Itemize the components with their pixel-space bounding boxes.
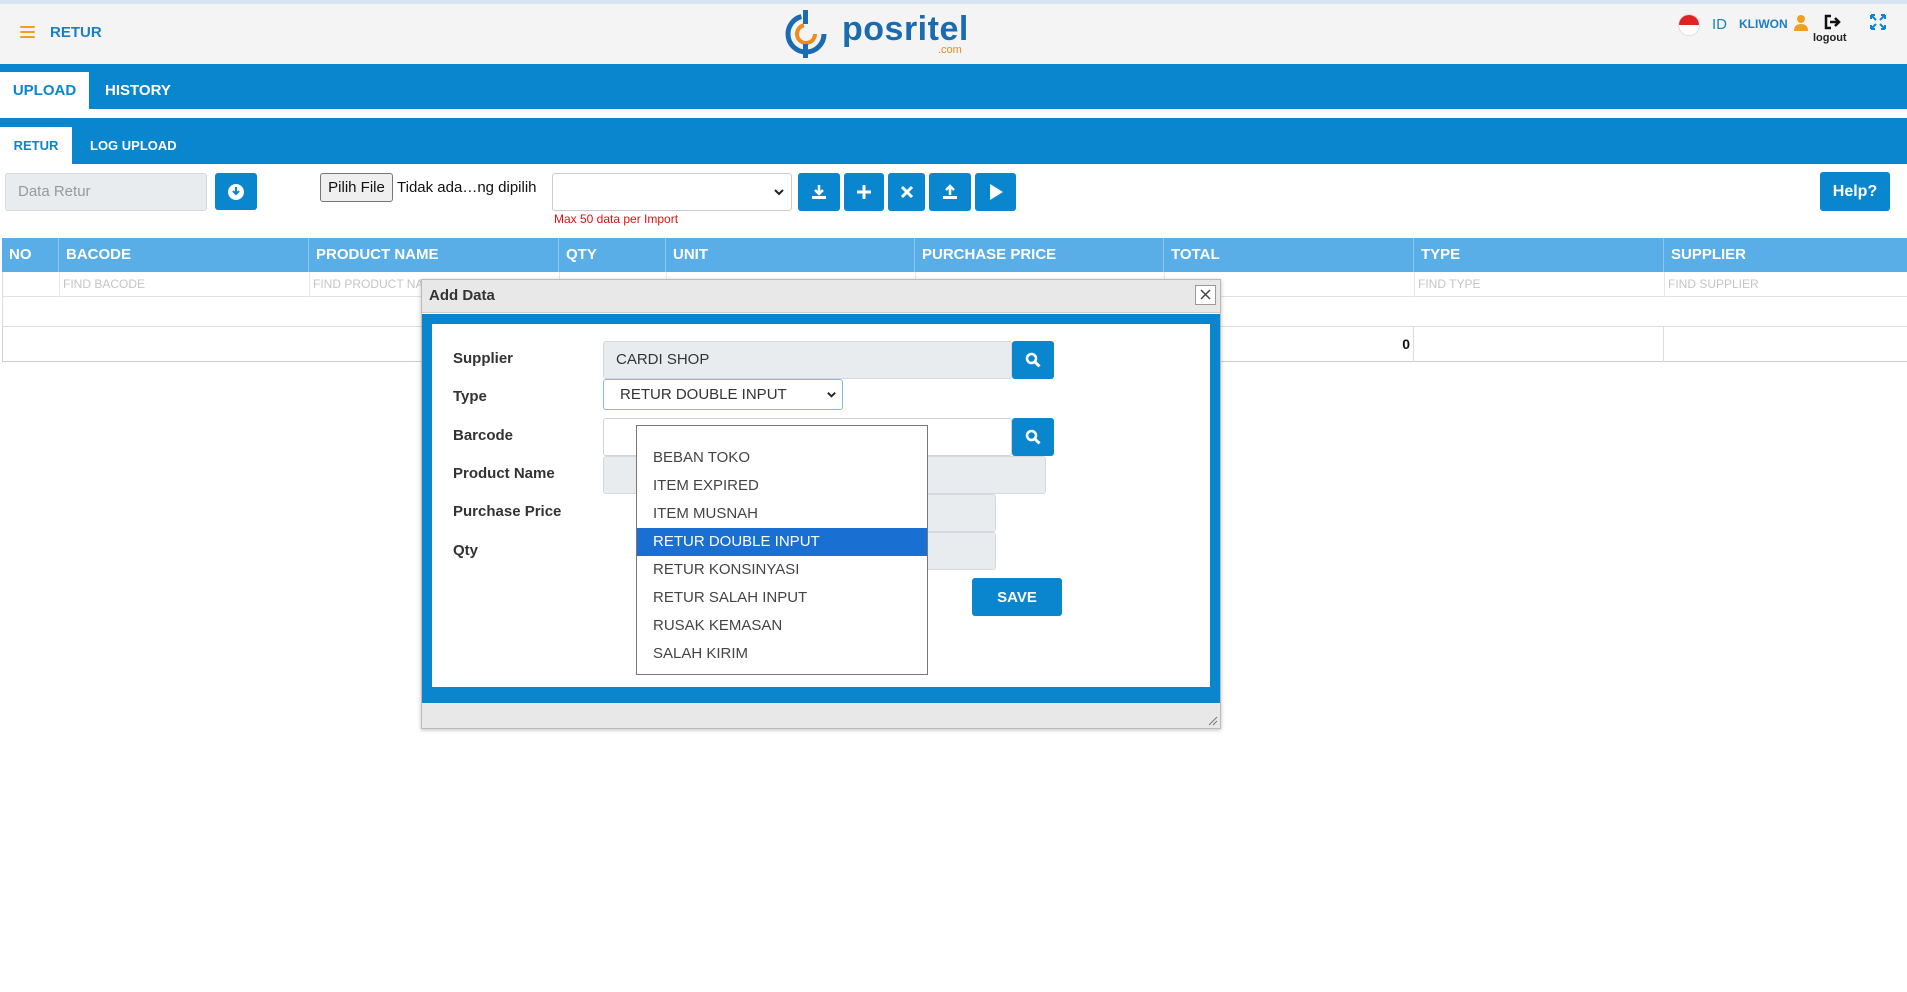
type-option-retur-salah-input[interactable]: RETUR SALAH INPUT (637, 584, 927, 612)
type-option-salah-kirim[interactable]: SALAH KIRIM (637, 640, 927, 668)
chevron-down-icon (827, 392, 836, 398)
dialog-title-bar[interactable]: Add Data (422, 280, 1220, 313)
resize-handle-icon[interactable] (1208, 716, 1218, 726)
type-select[interactable]: RETUR DOUBLE INPUT (603, 379, 843, 410)
username[interactable]: KLIWON (1739, 17, 1788, 31)
type-option-retur-double-input[interactable]: RETUR DOUBLE INPUT (637, 528, 927, 556)
hamburger-menu-icon[interactable] (20, 26, 35, 39)
logout-link[interactable]: logout (1813, 32, 1847, 44)
data-retur-input[interactable]: Data Retur (5, 173, 207, 211)
qty-label: Qty (453, 542, 479, 559)
barcode-search-button[interactable] (1012, 418, 1054, 456)
posritel-logo: posritel .com (780, 8, 980, 60)
close-icon (1200, 289, 1211, 300)
download-circle-button[interactable] (215, 173, 257, 210)
search-icon (1025, 429, 1041, 445)
search-icon (1025, 352, 1041, 368)
column-header-supplier[interactable]: SUPPLIER (1664, 238, 1907, 272)
language-code[interactable]: ID (1712, 16, 1727, 33)
column-header-unit[interactable]: UNIT (666, 238, 915, 272)
save-button[interactable]: SAVE (972, 578, 1062, 616)
upload-button[interactable] (929, 173, 971, 211)
plus-icon (857, 185, 871, 199)
close-icon (900, 185, 913, 199)
total-value: 0 (1402, 336, 1410, 352)
clear-button[interactable] (888, 173, 925, 211)
play-icon (989, 184, 1003, 200)
tab-gap (0, 109, 1907, 118)
dialog-footer (422, 703, 1220, 728)
type-dropdown-list: BEBAN TOKO ITEM EXPIRED ITEM MUSNAH RETU… (636, 425, 928, 675)
type-option-rusak-kemasan[interactable]: RUSAK KEMASAN (637, 612, 927, 640)
tab-log-upload[interactable]: LOG UPLOAD (90, 127, 177, 164)
fullscreen-icon[interactable] (1870, 14, 1886, 30)
main-tab-bar (0, 64, 1907, 109)
import-select[interactable] (552, 173, 792, 211)
download-button[interactable] (798, 173, 840, 211)
type-label: Type (453, 388, 487, 405)
tab-retur[interactable]: RETUR (0, 127, 72, 164)
logo-sub-text: .com (938, 44, 962, 56)
filter-type-input[interactable]: FIND TYPE (1415, 272, 1665, 297)
play-button[interactable] (975, 173, 1016, 211)
dialog-close-button[interactable] (1195, 285, 1216, 305)
supplier-field[interactable]: CARDI SHOP (603, 341, 1012, 379)
file-status: Tidak ada…ng dipilih (397, 179, 537, 196)
add-button[interactable] (844, 173, 884, 211)
max-import-note: Max 50 data per Import (554, 212, 679, 226)
tab-upload[interactable]: UPLOAD (0, 72, 89, 109)
purchase-price-label: Purchase Price (453, 503, 562, 520)
indonesia-flag-icon[interactable] (1678, 14, 1700, 36)
filter-no (3, 272, 60, 297)
column-header-product-name[interactable]: PRODUCT NAME (309, 238, 559, 272)
column-header-total[interactable]: TOTAL (1164, 238, 1414, 272)
choose-file-button[interactable]: Pilih File (320, 173, 393, 202)
filter-bacode-input[interactable]: FIND BACODE (60, 272, 310, 297)
column-header-purchase-price[interactable]: PURCHASE PRICE (915, 238, 1164, 272)
column-header-bacode[interactable]: BACODE (59, 238, 309, 272)
download-icon (812, 185, 826, 199)
barcode-label: Barcode (453, 427, 514, 444)
supplier-search-button[interactable] (1012, 341, 1054, 379)
tab-history[interactable]: HISTORY (105, 72, 171, 109)
column-header-qty[interactable]: QTY (559, 238, 666, 272)
column-header-type[interactable]: TYPE (1414, 238, 1664, 272)
table-header: NO BACODE PRODUCT NAME QTY UNIT PURCHASE… (2, 238, 1907, 272)
total-row-divider (1663, 327, 1664, 362)
download-circle-icon (228, 183, 244, 200)
type-option-beban-toko[interactable]: BEBAN TOKO (637, 444, 927, 472)
type-option-item-expired[interactable]: ITEM EXPIRED (637, 472, 927, 500)
type-option-item-musnah[interactable]: ITEM MUSNAH (637, 500, 927, 528)
type-option-retur-konsinyasi[interactable]: RETUR KONSINYASI (637, 556, 927, 584)
upload-icon (943, 184, 957, 199)
filter-supplier-input[interactable]: FIND SUPPLIER (1665, 272, 1907, 297)
user-icon[interactable] (1793, 14, 1809, 32)
app-title: RETUR (50, 24, 102, 41)
help-button[interactable]: Help? (1820, 172, 1890, 211)
dialog-title: Add Data (429, 287, 495, 304)
type-select-value: RETUR DOUBLE INPUT (620, 386, 787, 403)
sub-tab-bar (0, 118, 1907, 164)
chevron-down-icon (774, 189, 784, 196)
supplier-label: Supplier (453, 350, 514, 367)
total-row-divider (1413, 327, 1414, 362)
product-name-label: Product Name (453, 465, 555, 482)
column-header-no[interactable]: NO (2, 238, 59, 272)
